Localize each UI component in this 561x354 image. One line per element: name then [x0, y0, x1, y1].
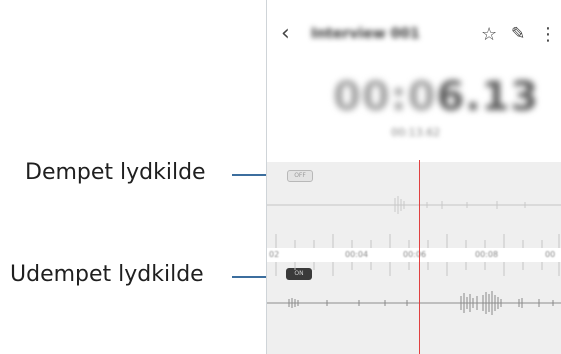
ruler-label: 00:08 — [475, 250, 499, 259]
ruler-label: 00:04 — [345, 250, 369, 259]
time-ruler: 02 00:04 00:06 00:08 00 — [267, 248, 561, 262]
ruler-label: 00 — [545, 250, 556, 259]
favorite-star-icon[interactable]: ☆ — [481, 24, 497, 45]
app-bar: ‹ Interview 001 ☆ ✎ ⋮ — [267, 18, 561, 52]
elapsed-time-bright: 6.13 — [436, 74, 540, 120]
muted-track-toggle[interactable]: OFF — [287, 170, 313, 182]
muted-source-label: Dempet lydkilde — [25, 160, 206, 185]
ruler-label: 02 — [269, 250, 280, 259]
edit-pencil-icon[interactable]: ✎ — [511, 24, 525, 44]
unmuted-track-waveform — [267, 291, 561, 315]
unmuted-source-label: Udempet lydkilde — [10, 262, 204, 287]
recording-editor-screen: ‹ Interview 001 ☆ ✎ ⋮ 00:06.13 00:13.62 … — [266, 0, 561, 354]
muted-track-waveform — [267, 196, 561, 214]
ruler-label: 00:06 — [403, 250, 427, 259]
elapsed-time: 00:06.13 — [333, 74, 539, 120]
total-duration: 00:13.62 — [391, 126, 441, 139]
elapsed-time-dim: 00:0 — [333, 74, 437, 120]
more-options-icon[interactable]: ⋮ — [539, 24, 557, 45]
muted-track-grid — [275, 234, 560, 248]
playhead[interactable] — [419, 160, 420, 354]
unmuted-track-grid — [275, 262, 560, 276]
recording-title: Interview 001 — [311, 26, 420, 42]
back-icon[interactable]: ‹ — [281, 21, 290, 46]
